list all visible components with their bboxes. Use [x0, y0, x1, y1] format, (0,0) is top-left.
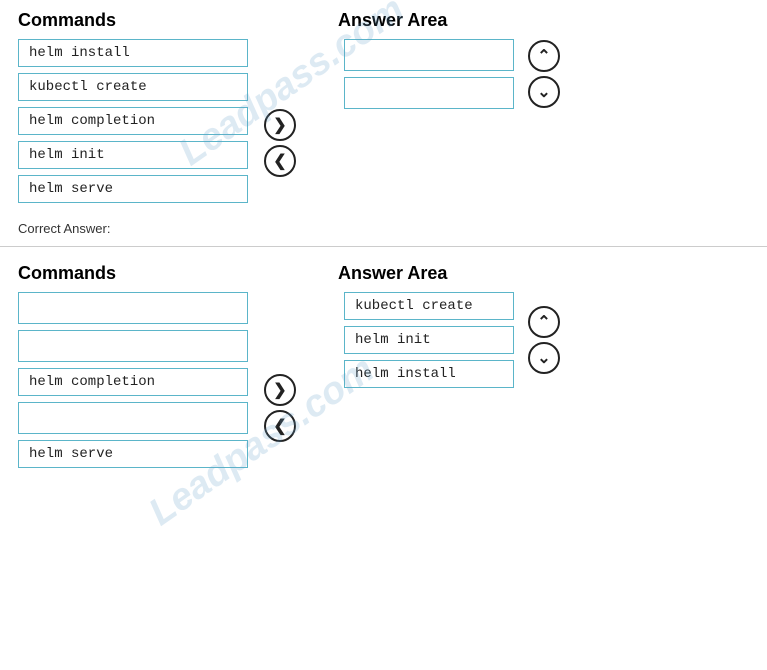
- ud-arrows-2: ⌃ ⌄: [528, 306, 560, 374]
- answer-slot-2-2: helm init: [344, 326, 514, 354]
- correct-answer-label: Correct Answer:: [0, 213, 767, 240]
- down-arrow-2[interactable]: ⌄: [528, 342, 560, 374]
- cmd-1-1: helm install: [18, 39, 248, 67]
- commands-list-1: helm install kubectl create helm complet…: [18, 39, 248, 203]
- divider: [0, 246, 767, 247]
- right-arrow-2[interactable]: ❯: [264, 374, 296, 406]
- answer-area-title-2: Answer Area: [338, 263, 447, 283]
- lr-arrows-2: ❯ ❮: [264, 374, 296, 442]
- answer-list-1: [344, 39, 514, 109]
- up-arrow-2[interactable]: ⌃: [528, 306, 560, 338]
- answer-slot-2-1: kubectl create: [344, 292, 514, 320]
- commands-title-2: Commands: [18, 263, 116, 283]
- left-arrow-1[interactable]: ❮: [264, 145, 296, 177]
- left-arrow-2[interactable]: ❮: [264, 410, 296, 442]
- cmd-2-4: [18, 402, 248, 434]
- section2: Commands Answer Area helm completion hel…: [0, 253, 767, 478]
- cmd-1-3: helm completion: [18, 107, 248, 135]
- cmd-2-2: [18, 330, 248, 362]
- up-arrow-1[interactable]: ⌃: [528, 40, 560, 72]
- answer-area-title-1: Answer Area: [338, 10, 447, 30]
- cmd-1-2: kubectl create: [18, 73, 248, 101]
- commands-list-2: helm completion helm serve: [18, 292, 248, 468]
- answer-slot-1-2: [344, 77, 514, 109]
- down-arrow-1[interactable]: ⌄: [528, 76, 560, 108]
- section2-layout: helm completion helm serve ❯ ❮ kubectl c…: [18, 292, 749, 468]
- answer-slot-2-3: helm install: [344, 360, 514, 388]
- cmd-1-4: helm init: [18, 141, 248, 169]
- cmd-2-3: helm completion: [18, 368, 248, 396]
- section1: Commands Answer Area helm install kubect…: [0, 0, 767, 213]
- answer-slot-1-1: [344, 39, 514, 71]
- cmd-1-5: helm serve: [18, 175, 248, 203]
- right-arrow-1[interactable]: ❯: [264, 109, 296, 141]
- cmd-2-5: helm serve: [18, 440, 248, 468]
- ud-arrows-1: ⌃ ⌄: [528, 40, 560, 108]
- cmd-2-1: [18, 292, 248, 324]
- section1-layout: helm install kubectl create helm complet…: [18, 39, 749, 203]
- lr-arrows-1: ❯ ❮: [264, 109, 296, 177]
- answer-list-2: kubectl create helm init helm install: [344, 292, 514, 388]
- commands-title-1: Commands: [18, 10, 116, 30]
